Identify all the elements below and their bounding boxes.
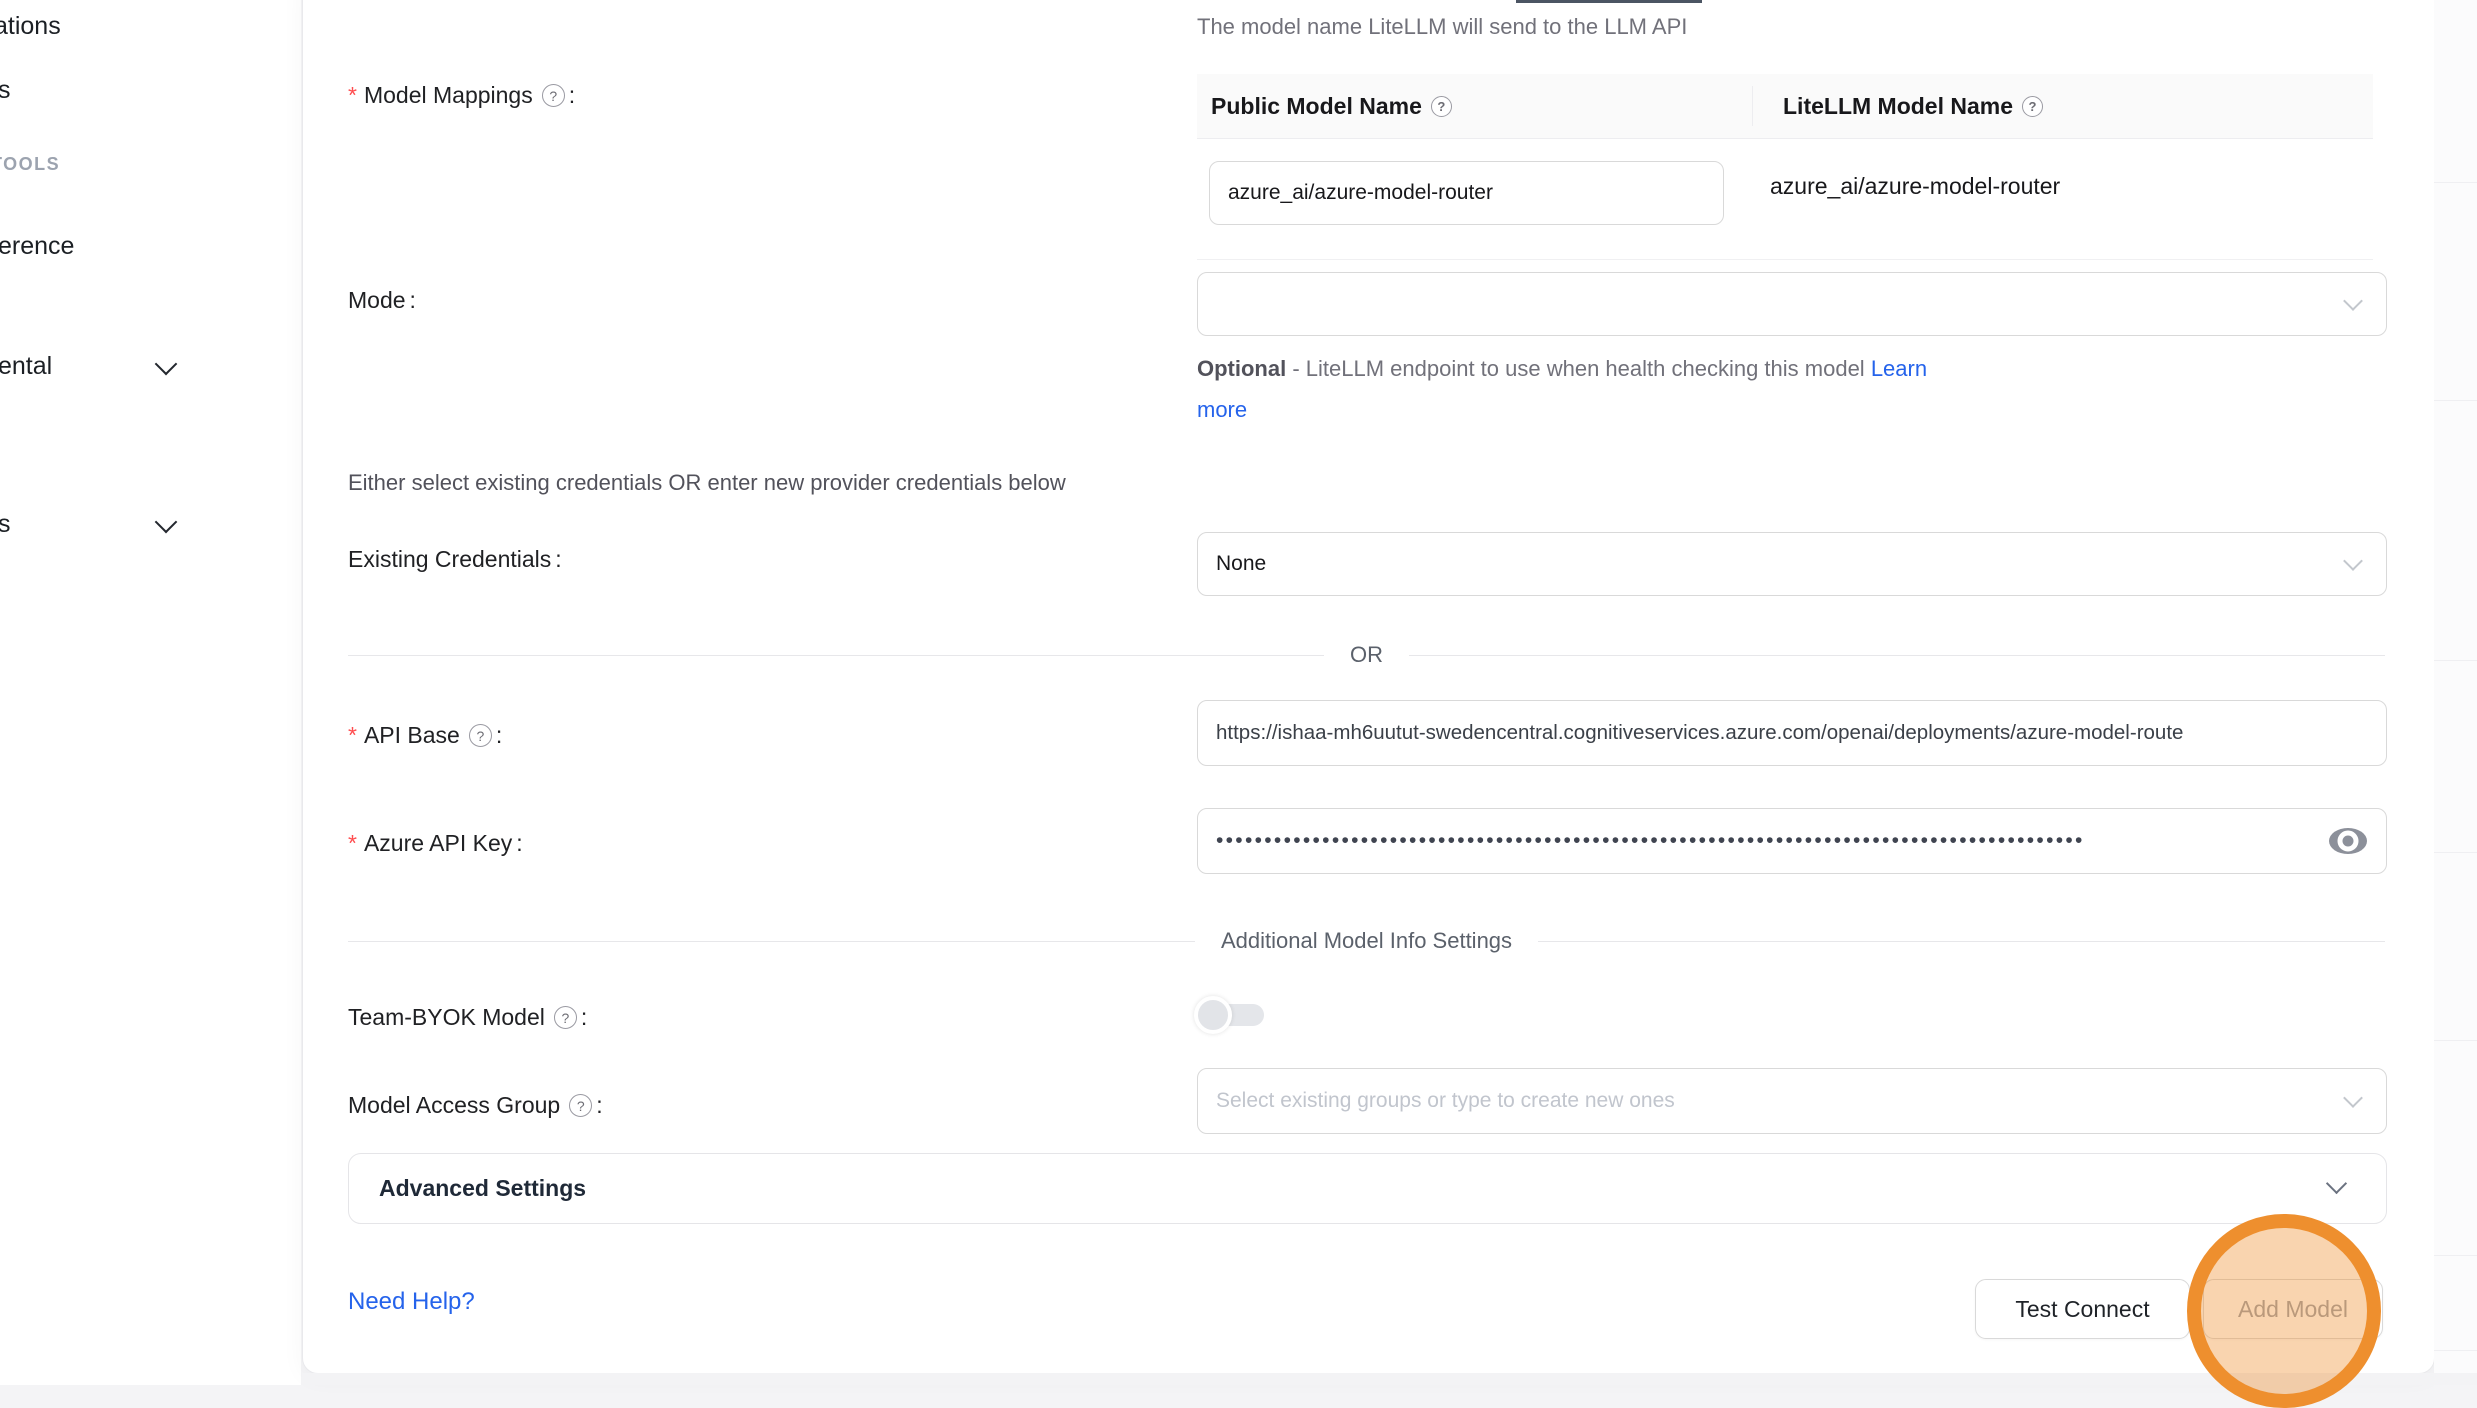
chevron-down-icon bbox=[2326, 1173, 2347, 1194]
background-behind-panel bbox=[2434, 0, 2477, 1385]
advanced-settings-title: Advanced Settings bbox=[379, 1175, 586, 1202]
additional-info-divider: Additional Model Info Settings bbox=[348, 928, 2385, 954]
need-help-link[interactable]: Need Help? bbox=[348, 1288, 475, 1316]
model-name-helper-text: The model name LiteLLM will send to the … bbox=[1197, 14, 1687, 40]
chevron-down-icon bbox=[2343, 551, 2363, 571]
help-icon[interactable]: ? bbox=[554, 1006, 577, 1029]
mode-label: Mode: bbox=[348, 287, 416, 314]
team-byok-toggle[interactable] bbox=[1194, 996, 1270, 1033]
chevron-down-icon[interactable] bbox=[155, 353, 178, 376]
model-access-group-label: Model Access Group ? : bbox=[348, 1092, 603, 1119]
litellm-model-name-value: azure_ai/azure-model-router bbox=[1770, 173, 2060, 200]
column-header-litellm-model-name: LiteLLM Model Name ? bbox=[1752, 86, 2373, 126]
model-access-group-select[interactable]: Select existing groups or type to create… bbox=[1197, 1068, 2387, 1134]
sidebar-section-tools: TOOLS bbox=[0, 154, 60, 175]
chevron-down-icon bbox=[2343, 1088, 2363, 1108]
azure-api-key-input[interactable]: ••••••••••••••••••••••••••••••••••••••••… bbox=[1197, 808, 2387, 874]
azure-api-key-label: * Azure API Key : bbox=[348, 830, 523, 857]
sidebar-item-truncated-5[interactable]: s bbox=[0, 510, 11, 539]
model-mappings-label: * Model Mappings ? : bbox=[348, 82, 575, 109]
sidebar-item-truncated-1[interactable]: ations bbox=[0, 12, 61, 41]
chevron-down-icon bbox=[2343, 291, 2363, 311]
sidebar-item-truncated-4[interactable]: ental bbox=[0, 352, 52, 381]
help-icon[interactable]: ? bbox=[1431, 96, 1452, 117]
mode-select[interactable] bbox=[1197, 272, 2387, 336]
column-header-public-model-name: Public Model Name ? bbox=[1197, 93, 1752, 120]
help-icon[interactable]: ? bbox=[2022, 96, 2043, 117]
api-base-label: * API Base ? : bbox=[348, 722, 502, 749]
sidebar-item-truncated-3[interactable]: erence bbox=[0, 232, 74, 261]
chevron-down-icon[interactable] bbox=[155, 511, 178, 534]
masked-api-key: ••••••••••••••••••••••••••••••••••••••••… bbox=[1198, 811, 2161, 871]
sidebar: ations s TOOLS erence ental s bbox=[0, 0, 301, 1385]
or-divider: OR bbox=[348, 642, 2385, 668]
cut-off-element-above bbox=[1516, 0, 1702, 3]
required-marker: * bbox=[348, 722, 357, 749]
add-model-button[interactable]: Add Model bbox=[2203, 1279, 2383, 1339]
credentials-note: Either select existing credentials OR en… bbox=[348, 470, 1066, 496]
mode-hint-text: Optional - LiteLLM endpoint to use when … bbox=[1197, 348, 2025, 430]
api-base-input[interactable]: https://ishaa-mh6uutut-swedencentral.cog… bbox=[1197, 700, 2387, 766]
required-marker: * bbox=[348, 82, 357, 109]
required-marker: * bbox=[348, 830, 357, 857]
table-row: azure_ai/azure-model-router azure_ai/azu… bbox=[1197, 139, 2373, 260]
advanced-settings-panel[interactable]: Advanced Settings bbox=[348, 1153, 2387, 1224]
existing-credentials-select[interactable]: None bbox=[1197, 532, 2387, 596]
toggle-knob bbox=[1194, 996, 1232, 1034]
sidebar-item-truncated-2[interactable]: s bbox=[0, 76, 11, 105]
model-mappings-table: Public Model Name ? LiteLLM Model Name ?… bbox=[1197, 74, 2373, 260]
public-model-name-input[interactable]: azure_ai/azure-model-router bbox=[1209, 161, 1724, 225]
existing-credentials-label: Existing Credentials: bbox=[348, 546, 562, 573]
help-icon[interactable]: ? bbox=[542, 84, 565, 107]
page-background bbox=[302, 1373, 2477, 1385]
help-icon[interactable]: ? bbox=[569, 1094, 592, 1117]
eye-icon[interactable] bbox=[2326, 825, 2370, 857]
select-placeholder: Select existing groups or type to create… bbox=[1198, 1089, 1693, 1113]
test-connect-button[interactable]: Test Connect bbox=[1975, 1279, 2190, 1339]
help-icon[interactable]: ? bbox=[469, 724, 492, 747]
table-header-row: Public Model Name ? LiteLLM Model Name ? bbox=[1197, 74, 2373, 139]
team-byok-label: Team-BYOK Model ? : bbox=[348, 1004, 587, 1031]
